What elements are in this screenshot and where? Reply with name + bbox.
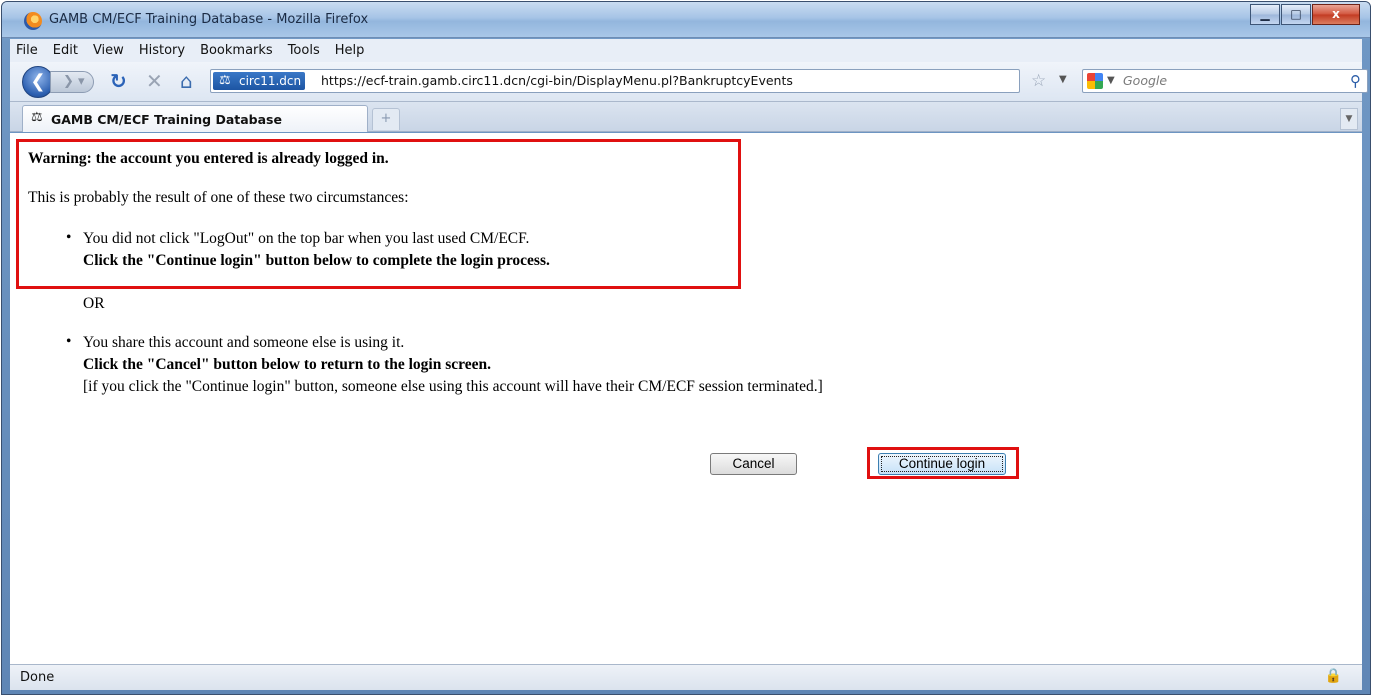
menu-view[interactable]: View	[93, 43, 124, 58]
lock-icon[interactable]: 🔒	[1325, 668, 1342, 684]
menu-bookmarks[interactable]: Bookmarks	[200, 43, 273, 58]
reload-icon[interactable]: ↻	[110, 70, 127, 92]
new-tab-button[interactable]: +	[372, 108, 400, 130]
page-content: Warning: the account you entered is alre…	[10, 133, 1362, 664]
intro-text: This is probably the result of one of th…	[28, 189, 409, 206]
continue-login-button[interactable]: Continue login	[878, 453, 1006, 475]
menu-edit[interactable]: Edit	[53, 43, 78, 58]
bullet1-instruction: Click the "Continue login" button below …	[83, 252, 550, 269]
bullet-dot: •	[66, 333, 72, 350]
minimize-button[interactable]: ▁	[1250, 4, 1280, 25]
window-title: GAMB CM/ECF Training Database - Mozilla …	[49, 12, 369, 27]
tab-label: GAMB CM/ECF Training Database	[51, 112, 282, 127]
continue-highlight-box: Continue login	[867, 447, 1019, 479]
home-icon[interactable]: ⌂	[180, 70, 193, 92]
forward-icon[interactable]: ❯ ▾	[50, 71, 94, 93]
tab-strip: ⚖ GAMB CM/ECF Training Database + ▼	[10, 102, 1362, 132]
menu-history[interactable]: History	[139, 43, 185, 58]
scales-icon: ⚖	[31, 110, 43, 125]
stop-icon[interactable]: ✕	[146, 70, 163, 92]
browser-window: GAMB CM/ECF Training Database - Mozilla …	[1, 1, 1371, 695]
url-text[interactable]: https://ecf-train.gamb.circ11.dcn/cgi-bi…	[321, 73, 793, 88]
status-bar: Done 🔒	[10, 664, 1362, 690]
title-bar: GAMB CM/ECF Training Database - Mozilla …	[2, 2, 1370, 38]
url-dropdown-icon[interactable]: ▼	[1059, 74, 1067, 85]
status-text: Done	[20, 670, 55, 685]
bullet2-text: You share this account and someone else …	[83, 334, 405, 351]
bullet2-instruction: Click the "Cancel" button below to retur…	[83, 356, 491, 373]
tab-gamb-cm-ecf[interactable]: ⚖ GAMB CM/ECF Training Database	[22, 105, 368, 132]
menu-tools[interactable]: Tools	[288, 43, 320, 58]
bullet1-text: You did not click "LogOut" on the top ba…	[83, 230, 530, 247]
close-button[interactable]: x	[1312, 4, 1360, 25]
window-controls: ▁ □ x	[1249, 4, 1360, 25]
scales-icon: ⚖	[219, 73, 231, 88]
search-input[interactable]: Google	[1123, 73, 1167, 88]
menu-file[interactable]: File	[16, 43, 38, 58]
navigation-toolbar: ❮ ❯ ▾ ↻ ✕ ⌂ ⚖ circ11.dcn https://ecf-tra…	[10, 62, 1368, 102]
site-identity-label: circ11.dcn	[239, 74, 302, 88]
warning-heading: Warning: the account you entered is alre…	[28, 150, 389, 167]
maximize-button[interactable]: □	[1281, 4, 1311, 25]
address-bar[interactable]: ⚖ circ11.dcn https://ecf-train.gamb.circ…	[210, 69, 1067, 93]
site-identity-button[interactable]: ⚖ circ11.dcn	[213, 72, 306, 90]
star-icon[interactable]: ☆	[1031, 71, 1046, 91]
google-logo-icon[interactable]	[1087, 73, 1103, 89]
or-text: OR	[83, 295, 105, 312]
menu-help[interactable]: Help	[335, 43, 365, 58]
search-bar[interactable]: ▼ Google ⚲	[1082, 69, 1368, 93]
tab-list-icon[interactable]: ▼	[1340, 108, 1358, 130]
bullet2-note: [if you click the "Continue login" butto…	[83, 378, 823, 395]
search-engine-dropdown-icon[interactable]: ▼	[1107, 75, 1115, 86]
cancel-button[interactable]: Cancel	[710, 453, 797, 475]
bullet-dot: •	[66, 229, 72, 246]
search-icon[interactable]: ⚲	[1350, 72, 1361, 90]
menu-bar: File Edit View History Bookmarks Tools H…	[10, 39, 1362, 62]
firefox-logo-icon	[24, 12, 42, 30]
